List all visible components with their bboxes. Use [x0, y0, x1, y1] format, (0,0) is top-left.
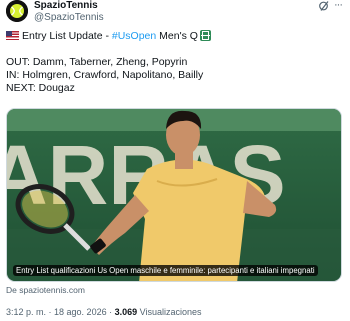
- meta-separator: ·: [46, 307, 55, 317]
- tweet-line-in: IN: Holmgren, Crawford, Napolitano, Bail…: [6, 69, 204, 81]
- handle[interactable]: @SpazioTennis: [34, 12, 104, 24]
- display-name[interactable]: SpazioTennis: [34, 0, 104, 12]
- avatar[interactable]: [6, 0, 28, 22]
- views-label: Visualizaciones: [137, 307, 202, 317]
- more-options-icon[interactable]: ···: [332, 0, 344, 12]
- grok-icon[interactable]: [318, 0, 330, 12]
- tweet-date[interactable]: 18 ago. 2026: [54, 307, 107, 317]
- tweet-time[interactable]: 3:12 p. m.: [6, 307, 46, 317]
- tennis-court-icon: [199, 30, 211, 41]
- tweet-line-out: OUT: Damm, Taberner, Zheng, Popyrin: [6, 56, 188, 68]
- hashtag-usopen[interactable]: #UsOpen: [112, 30, 156, 42]
- link-source[interactable]: De spaziotennis.com: [6, 285, 85, 295]
- tweet-header: SpazioTennis @SpazioTennis ···: [6, 0, 344, 24]
- tweet-line-next: NEXT: Dougaz: [6, 82, 75, 94]
- author-names[interactable]: SpazioTennis @SpazioTennis: [34, 0, 104, 24]
- views-count: 3.069: [114, 307, 138, 317]
- tennis-player-photo: ARRAS: [7, 109, 341, 281]
- title-suffix: Men's Q: [156, 30, 198, 42]
- tweet-meta: 3:12 p. m. · 18 ago. 2026 · 3.069 Visual…: [6, 307, 202, 317]
- us-flag-icon: [6, 31, 19, 40]
- link-card-caption[interactable]: Entry List qualificazioni Us Open maschi…: [13, 265, 318, 276]
- tweet-line-title: Entry List Update - #UsOpen Men's Q: [6, 30, 344, 43]
- tweet-text: Entry List Update - #UsOpen Men's Q OUT:…: [6, 30, 344, 95]
- link-card-media[interactable]: ARRAS Entry List qualificazioni Us Open …: [6, 108, 342, 282]
- title-prefix: Entry List Update -: [22, 30, 112, 42]
- tennis-ball-logo-icon: [6, 0, 28, 22]
- meta-separator: ·: [106, 307, 115, 317]
